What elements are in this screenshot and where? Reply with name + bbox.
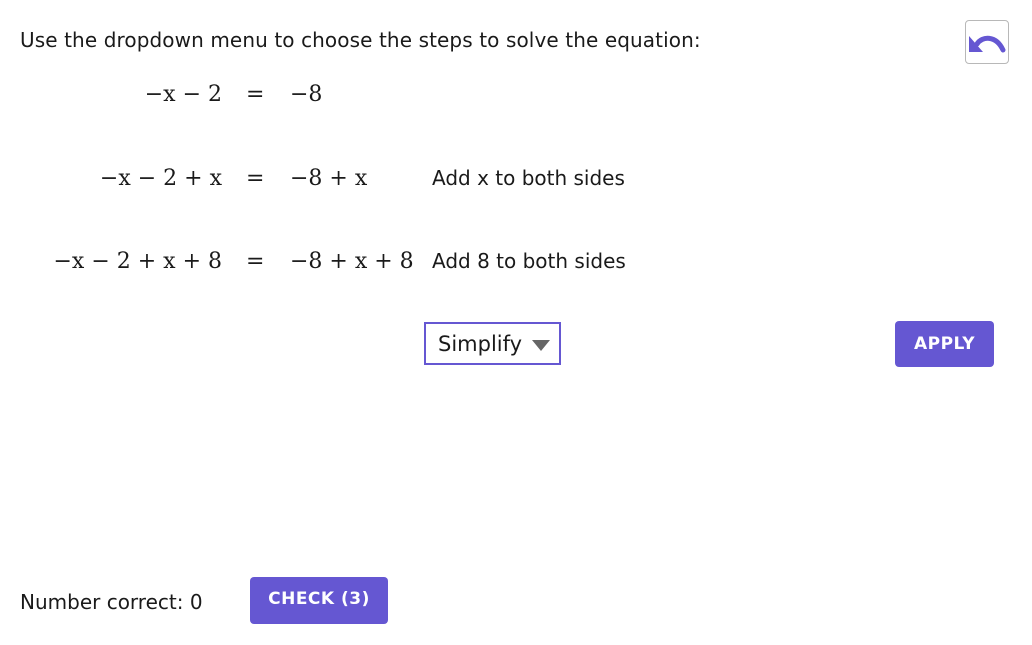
step-equals: = [246, 82, 265, 107]
caret-down-icon [532, 340, 551, 351]
step-rhs: −8 + x [290, 166, 368, 191]
step-note: Add x to both sides [432, 166, 625, 190]
step-lhs: −x − 2 + x [99, 166, 222, 191]
dropdown-selected-value: Simplify [438, 331, 523, 356]
undo-icon [969, 35, 1006, 53]
step-lhs: −x − 2 [144, 82, 222, 107]
step-rhs: −8 [290, 82, 323, 107]
step-note: Add 8 to both sides [432, 249, 626, 273]
step-lhs: −x − 2 + x + 8 [53, 249, 222, 274]
step-dropdown[interactable]: Simplify [424, 322, 561, 365]
check-button[interactable]: CHECK (3) [250, 577, 388, 624]
step-equals: = [246, 166, 265, 191]
undo-button[interactable] [965, 20, 1009, 64]
step-rhs: −8 + x + 8 [290, 249, 414, 274]
apply-button[interactable]: APPLY [895, 321, 994, 367]
number-correct: Number correct: 0 [20, 590, 203, 614]
step-equals: = [246, 249, 265, 274]
instructions: Use the dropdown menu to choose the step… [20, 28, 701, 52]
